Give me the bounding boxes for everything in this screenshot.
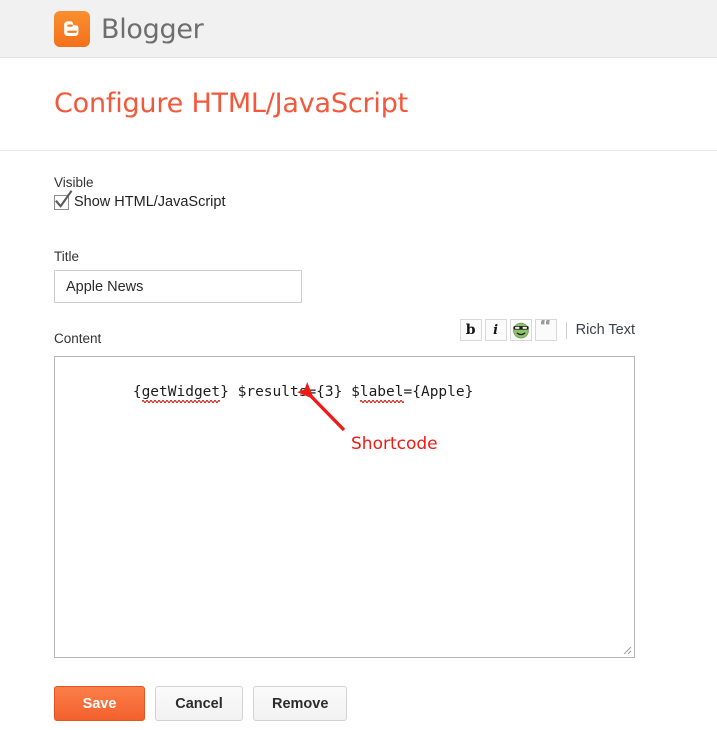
blockquote-icon[interactable]: “	[534, 319, 557, 341]
title-divider	[0, 150, 717, 151]
code-token-mid: } $results={3} $	[220, 384, 360, 400]
textarea-resize-handle[interactable]	[619, 642, 632, 655]
show-widget-checkbox[interactable]	[54, 189, 73, 210]
code-token-open: {	[132, 384, 142, 400]
content-textarea-value: {getWidget} $results={3} $label={Apple}	[63, 364, 473, 421]
rich-text-toggle[interactable]: Rich Text	[576, 322, 635, 338]
title-input[interactable]	[54, 270, 302, 303]
remove-button[interactable]: Remove	[253, 686, 348, 721]
blogger-b-icon	[54, 11, 90, 47]
title-field-group: Title	[54, 248, 302, 303]
smiley-sunglasses-icon[interactable]	[509, 319, 532, 341]
bold-icon[interactable]: b	[459, 319, 482, 341]
code-token-tail: ={Apple}	[403, 384, 474, 400]
checkmark-icon	[54, 189, 73, 216]
page-title: Configure HTML/JavaScript	[54, 88, 409, 119]
cancel-button[interactable]: Cancel	[155, 686, 243, 721]
toolbar-separator	[565, 321, 567, 339]
visible-label: Visible	[54, 175, 94, 190]
show-widget-checkbox-label[interactable]: Show HTML/JavaScript	[74, 194, 226, 210]
content-textarea[interactable]: {getWidget} $results={3} $label={Apple}	[54, 356, 635, 658]
blogger-brand[interactable]: Blogger	[54, 11, 204, 47]
show-widget-checkbox-row[interactable]: Show HTML/JavaScript	[54, 189, 226, 210]
form-actions: Save Cancel Remove	[54, 686, 357, 721]
code-token-getwidget: getWidget	[141, 384, 221, 403]
editor-toolbar: b i “ Rich Text	[459, 318, 635, 342]
title-label: Title	[54, 249, 80, 264]
app-header: Blogger	[0, 0, 717, 58]
content-label: Content	[54, 331, 102, 346]
save-button[interactable]: Save	[54, 686, 145, 721]
italic-icon[interactable]: i	[484, 319, 507, 341]
blogger-b-glyph	[54, 11, 90, 47]
brand-name: Blogger	[101, 13, 204, 45]
code-token-label: label	[359, 384, 404, 403]
visible-field-group: Visible Show HTML/JavaScript	[54, 174, 226, 210]
